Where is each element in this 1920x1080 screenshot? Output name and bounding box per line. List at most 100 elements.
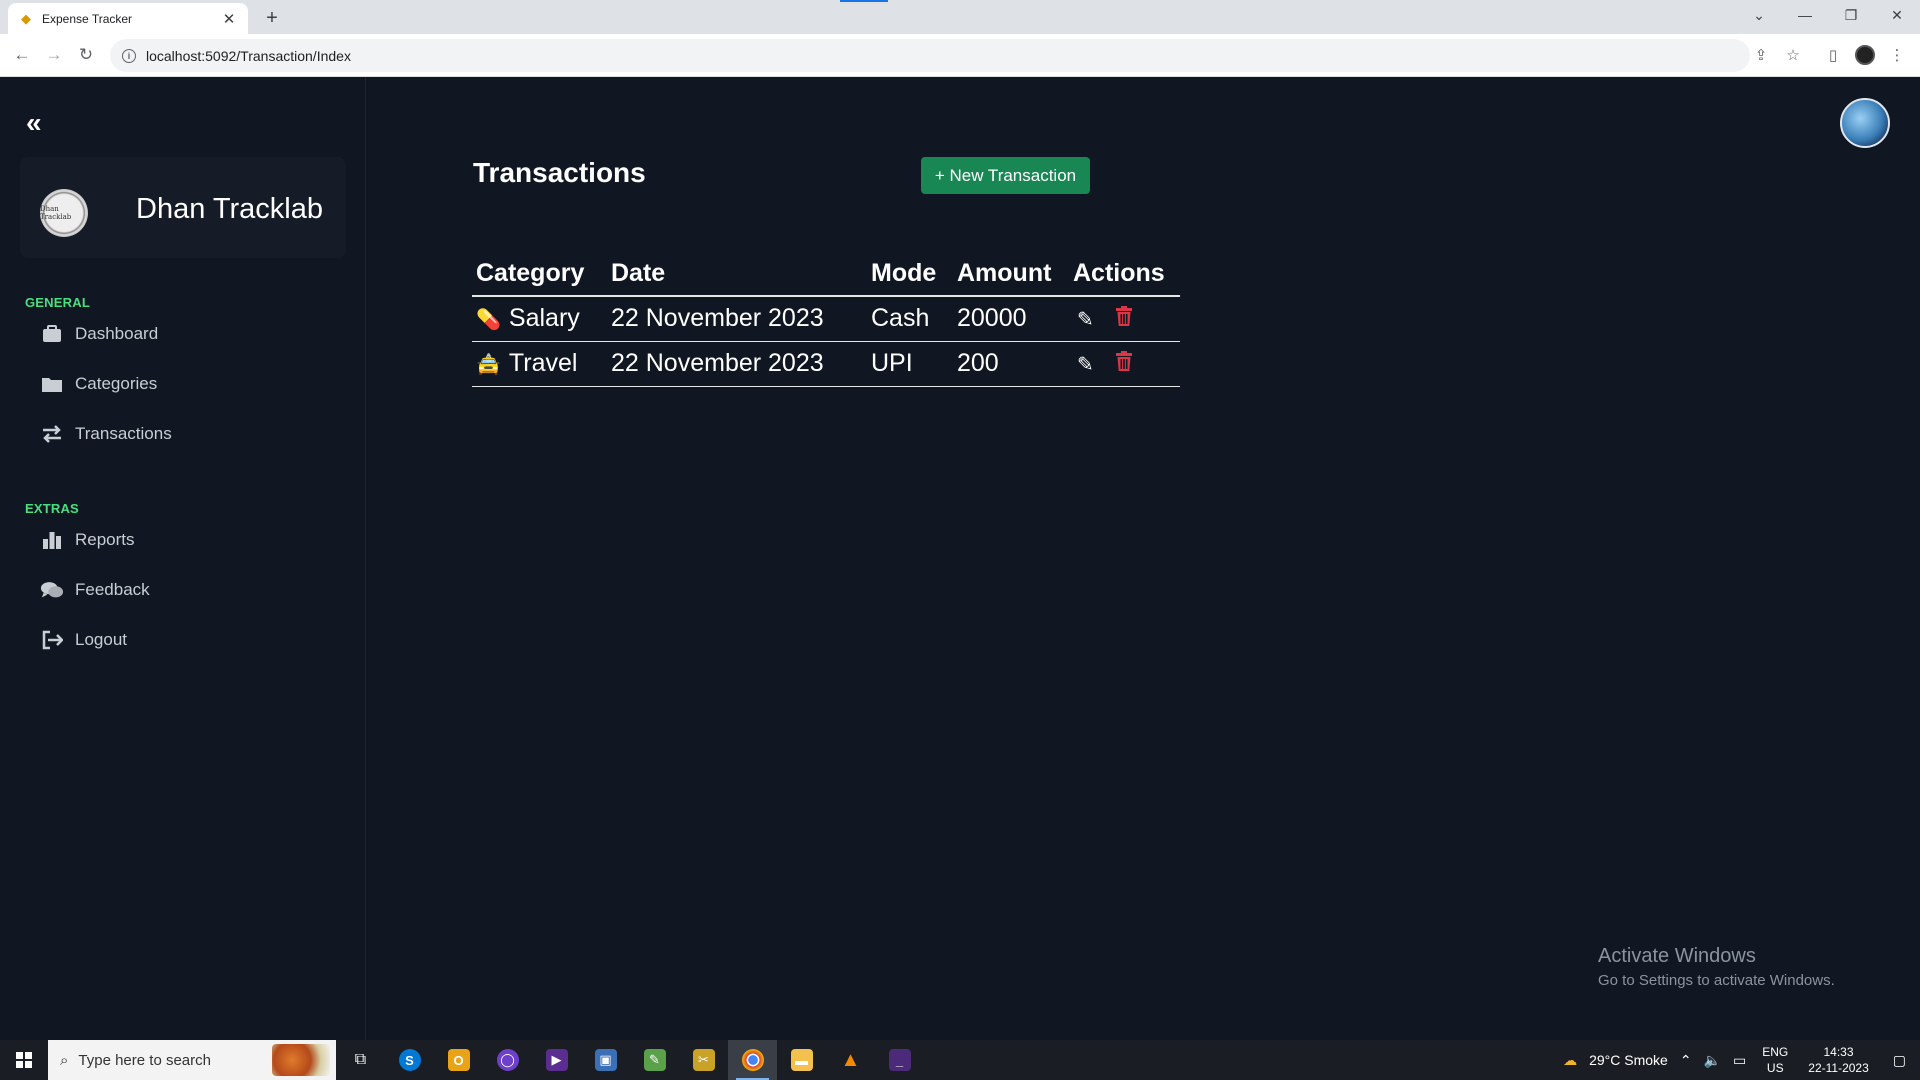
date-cell: 22 November 2023 xyxy=(607,341,867,387)
bookmark-star-icon[interactable]: ☆ xyxy=(1780,42,1806,68)
weather-text[interactable]: 29°C Smoke xyxy=(1583,1052,1674,1068)
system-tray: ☁ 29°C Smoke ⌃ 🔈 ▭ ENG US 14:33 22-11-20… xyxy=(1557,1040,1920,1080)
url-text: localhost:5092/Transaction/Index xyxy=(146,47,351,64)
sidebar-item-reports[interactable]: Reports xyxy=(40,525,135,555)
share-icon[interactable]: ⇪ xyxy=(1748,42,1774,68)
new-transaction-button[interactable]: + New Transaction xyxy=(921,157,1090,194)
brand-logo: Dhan Tracklab xyxy=(40,189,88,237)
visual-studio-icon[interactable]: ▶ xyxy=(532,1040,581,1080)
side-panel-icon[interactable]: ▯ xyxy=(1820,42,1846,68)
reload-button[interactable]: ↻ xyxy=(72,41,100,69)
column-header-mode[interactable]: Mode xyxy=(867,250,953,297)
window-controls: ⌄ — ❐ ✕ xyxy=(1736,0,1920,30)
task-view-icon[interactable]: ⧉ xyxy=(336,1040,385,1080)
table-row: 🚖 Travel 22 November 2023 UPI 200 ✎ xyxy=(472,341,1180,387)
snipping-tool-icon[interactable]: ✂ xyxy=(679,1040,728,1080)
chrome-icon[interactable] xyxy=(728,1040,777,1080)
language-top: ENG xyxy=(1762,1045,1789,1059)
terminal-icon[interactable]: _ xyxy=(875,1040,924,1080)
skype-icon[interactable]: S xyxy=(385,1040,434,1080)
sidebar-item-label: Categories xyxy=(75,374,158,393)
category-name: Salary xyxy=(508,304,580,333)
column-header-actions: Actions xyxy=(1069,250,1180,297)
sidebar-item-label: Logout xyxy=(75,630,127,649)
delete-trash-icon[interactable] xyxy=(1115,349,1138,378)
amount-cell: 200 xyxy=(953,341,1069,387)
volume-icon[interactable]: 🔈 xyxy=(1698,1052,1727,1069)
collapse-sidebar-icon[interactable]: « xyxy=(26,109,42,137)
clock[interactable]: 14:33 22-11-2023 xyxy=(1798,1044,1879,1076)
sidebar-item-label: Reports xyxy=(75,530,135,549)
nav-header-extras: EXTRAS xyxy=(25,501,79,516)
close-window-button[interactable]: ✕ xyxy=(1874,0,1920,30)
network-icon[interactable]: ▭ xyxy=(1727,1052,1752,1069)
sidebar-item-logout[interactable]: Logout xyxy=(40,625,127,655)
category-cell: 💊 Salary xyxy=(472,296,607,342)
search-highlight-image xyxy=(272,1044,330,1076)
browser-tab[interactable]: ◆ Expense Tracker ✕ xyxy=(8,3,248,34)
search-placeholder: Type here to search xyxy=(78,1051,211,1069)
notepad-icon[interactable]: ✎ xyxy=(630,1040,679,1080)
profile-icon[interactable] xyxy=(1852,42,1878,68)
category-name: Travel xyxy=(508,349,578,377)
sidebar-item-categories[interactable]: Categories xyxy=(40,369,157,399)
column-header-category[interactable]: Category xyxy=(472,250,607,297)
tab-close-icon[interactable]: ✕ xyxy=(220,10,238,28)
tab-title: Expense Tracker xyxy=(42,11,133,26)
sidebar-item-dashboard[interactable]: Dashboard xyxy=(40,319,158,349)
address-bar[interactable]: i localhost:5092/Transaction/Index xyxy=(110,39,1750,72)
file-explorer-icon[interactable]: ▬ xyxy=(777,1040,826,1080)
app-root: « Dhan Tracklab Dhan Tracklab GENERAL Da… xyxy=(0,77,1920,1040)
brand-card: Dhan Tracklab Dhan Tracklab xyxy=(20,157,346,258)
outlook-icon[interactable]: O xyxy=(434,1040,483,1080)
forward-button[interactable]: → xyxy=(40,41,68,69)
transactions-table: Category Date Mode Amount Actions 💊 Salar… xyxy=(472,250,1180,387)
table-header-row: Category Date Mode Amount Actions xyxy=(472,250,1180,297)
back-button[interactable]: ← xyxy=(8,41,36,69)
date-cell: 22 November 2023 xyxy=(607,296,867,342)
minimize-button[interactable]: — xyxy=(1782,0,1828,30)
notifications-icon[interactable]: ▢ xyxy=(1879,1052,1920,1069)
taskbar-search[interactable]: ⌕ Type here to search xyxy=(48,1040,336,1080)
activate-windows-watermark: Activate Windows Go to Settings to activ… xyxy=(1598,945,1835,989)
sidebar-item-feedback[interactable]: Feedback xyxy=(40,575,150,605)
clock-time: 14:33 xyxy=(1823,1045,1854,1059)
column-header-amount[interactable]: Amount xyxy=(953,250,1069,297)
vlc-icon[interactable]: ▲ xyxy=(826,1040,875,1080)
column-header-date[interactable]: Date xyxy=(607,250,867,297)
watermark-subtitle: Go to Settings to activate Windows. xyxy=(1598,972,1835,989)
pill-icon: 💊 xyxy=(476,309,501,332)
tab-search-icon[interactable]: ⌄ xyxy=(1736,0,1782,30)
logout-icon xyxy=(40,629,64,651)
wallet-favicon-icon: ◆ xyxy=(21,10,31,26)
sidebar-item-label: Dashboard xyxy=(75,324,159,343)
loading-indicator xyxy=(840,0,888,2)
network-app-icon[interactable]: ▣ xyxy=(581,1040,630,1080)
windows-logo-icon xyxy=(16,1052,32,1068)
restore-button[interactable]: ❐ xyxy=(1828,0,1874,30)
new-tab-button[interactable]: + xyxy=(258,4,286,32)
weather-icon[interactable]: ☁ xyxy=(1557,1052,1583,1069)
edit-pencil-icon[interactable]: ✎ xyxy=(1077,307,1099,332)
actions-cell: ✎ xyxy=(1069,296,1180,342)
delete-trash-icon[interactable] xyxy=(1115,304,1138,333)
dashboard-icon xyxy=(40,323,64,345)
watermark-title: Activate Windows xyxy=(1598,945,1756,967)
github-desktop-icon[interactable]: ◯ xyxy=(483,1040,532,1080)
actions-cell: ✎ xyxy=(1069,341,1180,387)
site-info-icon[interactable]: i xyxy=(122,48,136,63)
clock-date: 22-11-2023 xyxy=(1808,1061,1869,1075)
start-button[interactable] xyxy=(0,1040,48,1080)
nav-header-general: GENERAL xyxy=(25,295,90,310)
sidebar-item-label: Feedback xyxy=(75,580,150,599)
browser-tabstrip: ◆ Expense Tracker ✕ + ⌄ — ❐ ✕ xyxy=(0,0,1920,34)
edit-pencil-icon[interactable]: ✎ xyxy=(1077,352,1099,377)
browser-menu-icon[interactable]: ⋮ xyxy=(1884,42,1910,68)
sidebar-item-transactions[interactable]: Transactions xyxy=(40,419,172,449)
mode-cell: UPI xyxy=(867,341,953,387)
language-indicator[interactable]: ENG US xyxy=(1752,1044,1798,1076)
tray-overflow-icon[interactable]: ⌃ xyxy=(1674,1052,1698,1069)
transfer-icon xyxy=(40,423,64,445)
mode-cell: Cash xyxy=(867,296,953,342)
brand-name: Dhan Tracklab xyxy=(136,193,323,225)
